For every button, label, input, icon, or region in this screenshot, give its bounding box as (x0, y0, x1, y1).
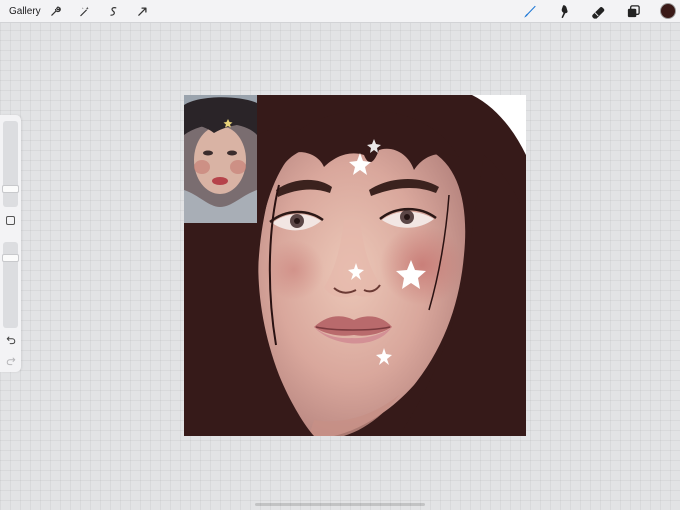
actions-icon (51, 6, 61, 16)
smudge-tool-button[interactable] (555, 2, 573, 20)
opacity-slider-thumb[interactable] (2, 253, 19, 262)
smudge-icon (561, 4, 568, 18)
brush-icon (523, 5, 536, 18)
gallery-button[interactable]: Gallery (9, 6, 41, 17)
layers-button[interactable] (624, 2, 642, 20)
color-picker-swatch[interactable] (660, 3, 676, 19)
layers-icon (627, 4, 640, 17)
reference-photo-image (184, 95, 257, 223)
brush-size-slider-thumb[interactable] (2, 184, 19, 193)
adjustments-icon (80, 6, 89, 17)
modify-button-icon[interactable] (6, 216, 15, 225)
left-sidebar (0, 115, 21, 372)
undo-icon (6, 336, 15, 344)
brush-size-slider[interactable] (3, 121, 18, 207)
actions-button[interactable] (47, 3, 64, 20)
selection-icon (110, 7, 117, 16)
eraser-icon (591, 6, 604, 19)
redo-button[interactable] (4, 354, 17, 367)
selection-button[interactable] (105, 3, 122, 20)
top-toolbar: Gallery (0, 0, 680, 23)
brush-tool-button[interactable] (520, 2, 538, 20)
transform-button[interactable] (134, 3, 151, 20)
adjustments-button[interactable] (76, 3, 93, 20)
redo-icon (6, 357, 15, 365)
undo-button[interactable] (4, 333, 17, 346)
eraser-tool-button[interactable] (589, 2, 607, 20)
reference-photo[interactable] (184, 95, 257, 223)
home-indicator (255, 503, 425, 506)
transform-icon (138, 7, 147, 16)
